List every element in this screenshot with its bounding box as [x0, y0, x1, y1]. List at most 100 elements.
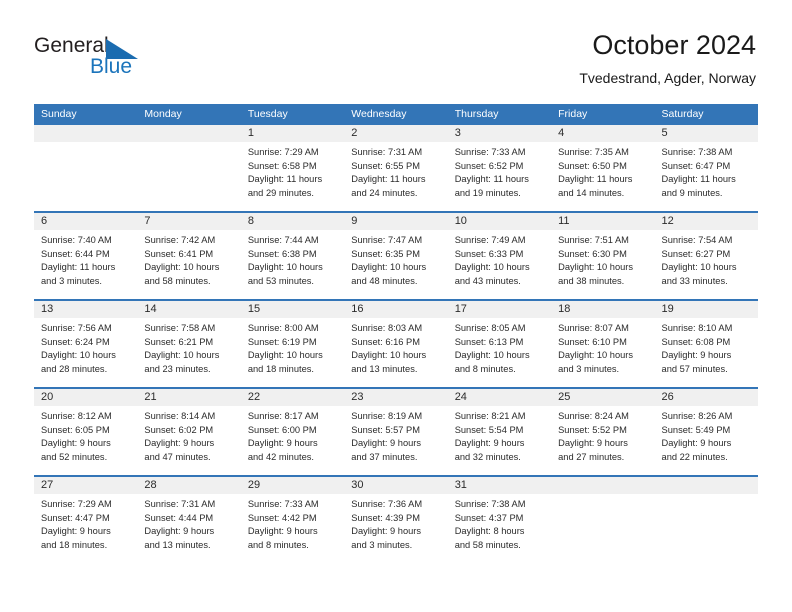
- weekday-header-monday: Monday: [144, 108, 182, 120]
- day-number[interactable]: 16: [344, 301, 447, 318]
- page-subtitle: Tvedestrand, Agder, Norway: [579, 70, 756, 86]
- day-cell[interactable]: Sunrise: 7:44 AM Sunset: 6:38 PM Daylight:…: [241, 230, 344, 299]
- day-cell[interactable]: Sunrise: 7:47 AM Sunset: 6:35 PM Daylight:…: [344, 230, 447, 299]
- page-title: October 2024: [592, 30, 756, 60]
- day-cell[interactable]: Sunrise: 7:33 AM Sunset: 4:42 PM Daylight:…: [241, 494, 344, 563]
- day-number-band: 20 21 22 23 24 25 26: [34, 389, 758, 406]
- day-cell[interactable]: Sunrise: 8:21 AM Sunset: 5:54 PM Daylight:…: [448, 406, 551, 475]
- day-number[interactable]: 15: [241, 301, 344, 318]
- day-number[interactable]: 22: [241, 389, 344, 406]
- day-cell[interactable]: Sunrise: 7:40 AM Sunset: 6:44 PM Daylight:…: [34, 230, 137, 299]
- day-cell[interactable]: Sunrise: 7:31 AM Sunset: 6:55 PM Daylight:…: [344, 142, 447, 211]
- daylight-text-line2: and 13 minutes.: [351, 363, 418, 374]
- day-detail-band: Sunrise: 7:29 AM Sunset: 4:47 PM Daylight:…: [34, 494, 758, 563]
- day-number[interactable]: 29: [241, 477, 344, 494]
- sunrise-text: Sunrise: 8:24 AM: [558, 411, 629, 421]
- day-number[interactable]: 12: [655, 213, 758, 230]
- sunset-text: Sunset: 4:44 PM: [144, 512, 214, 523]
- daylight-text-line1: Daylight: 8 hours: [454, 526, 525, 536]
- day-cell[interactable]: Sunrise: 7:36 AM Sunset: 4:39 PM Daylight:…: [344, 494, 447, 563]
- daylight-text-line1: Daylight: 10 hours: [144, 262, 220, 272]
- calendar-week-row: 27 28 29 30 31 Sunrise: 7:29 AM Sunset: 4:47 P…: [34, 475, 758, 563]
- daylight-text-line2: and 37 minutes.: [351, 451, 418, 462]
- day-number[interactable]: 31: [448, 477, 551, 494]
- daylight-text-line1: Daylight: 11 hours: [41, 262, 116, 272]
- day-cell[interactable]: Sunrise: 7:29 AM Sunset: 6:58 PM Daylight:…: [241, 142, 344, 211]
- day-number[interactable]: 6: [34, 213, 137, 230]
- day-number[interactable]: 14: [137, 301, 240, 318]
- day-number[interactable]: 30: [344, 477, 447, 494]
- sunset-text: Sunset: 6:35 PM: [351, 248, 420, 259]
- daylight-text-line1: Daylight: 9 hours: [661, 350, 732, 360]
- day-number[interactable]: 27: [34, 477, 137, 494]
- sunrise-text: Sunrise: 7:47 AM: [351, 235, 423, 245]
- day-number-band: 6 7 8 9 10 11 12: [34, 213, 758, 230]
- day-cell[interactable]: Sunrise: 7:38 AM Sunset: 4:37 PM Daylight:…: [448, 494, 551, 563]
- daylight-text-line2: and 29 minutes.: [247, 187, 314, 198]
- day-number[interactable]: 21: [137, 389, 240, 406]
- sunrise-text: Sunrise: 7:29 AM: [41, 499, 112, 509]
- day-number-empty: [34, 125, 137, 142]
- sunrise-text: Sunrise: 7:54 AM: [661, 235, 733, 245]
- day-number[interactable]: 2: [344, 125, 447, 142]
- day-number[interactable]: 13: [34, 301, 137, 318]
- daylight-text-line2: and 22 minutes.: [661, 451, 728, 462]
- day-cell[interactable]: Sunrise: 8:14 AM Sunset: 6:02 PM Daylight:…: [137, 406, 240, 475]
- logo-text-blue: Blue: [90, 55, 133, 78]
- day-detail-band: Sunrise: 8:12 AM Sunset: 6:05 PM Daylight:…: [34, 406, 758, 475]
- sunrise-text: Sunrise: 7:58 AM: [144, 323, 216, 333]
- day-cell[interactable]: Sunrise: 7:33 AM Sunset: 6:52 PM Daylight:…: [448, 142, 551, 211]
- sunset-text: Sunset: 6:08 PM: [661, 336, 731, 347]
- day-number[interactable]: 8: [241, 213, 344, 230]
- day-cell[interactable]: Sunrise: 7:58 AM Sunset: 6:21 PM Daylight:…: [137, 318, 240, 387]
- day-cell[interactable]: Sunrise: 8:19 AM Sunset: 5:57 PM Daylight:…: [344, 406, 447, 475]
- day-number[interactable]: 19: [655, 301, 758, 318]
- day-cell[interactable]: Sunrise: 8:00 AM Sunset: 6:19 PM Daylight:…: [241, 318, 344, 387]
- day-cell-empty: [34, 142, 137, 211]
- day-number[interactable]: 24: [448, 389, 551, 406]
- day-number[interactable]: 4: [551, 125, 654, 142]
- day-cell[interactable]: Sunrise: 7:49 AM Sunset: 6:33 PM Daylight:…: [448, 230, 551, 299]
- day-number[interactable]: 18: [551, 301, 654, 318]
- day-cell[interactable]: Sunrise: 7:51 AM Sunset: 6:30 PM Daylight:…: [551, 230, 654, 299]
- day-number[interactable]: 17: [448, 301, 551, 318]
- sunrise-text: Sunrise: 7:31 AM: [144, 499, 216, 509]
- day-cell[interactable]: Sunrise: 7:35 AM Sunset: 6:50 PM Daylight:…: [551, 142, 654, 211]
- day-number[interactable]: 20: [34, 389, 137, 406]
- sunset-text: Sunset: 6:02 PM: [144, 424, 214, 435]
- day-number[interactable]: 23: [344, 389, 447, 406]
- day-cell[interactable]: Sunrise: 7:31 AM Sunset: 4:44 PM Daylight:…: [137, 494, 240, 563]
- day-cell[interactable]: Sunrise: 8:12 AM Sunset: 6:05 PM Daylight:…: [34, 406, 137, 475]
- page-header: General Blue October 2024 Tvedestrand, A…: [0, 0, 792, 100]
- day-cell-empty: [551, 494, 654, 563]
- day-cell[interactable]: Sunrise: 8:24 AM Sunset: 5:52 PM Daylight:…: [551, 406, 654, 475]
- day-detail-band: Sunrise: 7:56 AM Sunset: 6:24 PM Daylight:…: [34, 318, 758, 387]
- day-number[interactable]: 25: [551, 389, 654, 406]
- day-cell[interactable]: Sunrise: 7:38 AM Sunset: 6:47 PM Daylight:…: [655, 142, 758, 211]
- day-cell[interactable]: Sunrise: 8:26 AM Sunset: 5:49 PM Daylight:…: [655, 406, 758, 475]
- sunrise-text: Sunrise: 7:31 AM: [351, 147, 423, 157]
- day-number[interactable]: 9: [344, 213, 447, 230]
- day-number[interactable]: 11: [551, 213, 654, 230]
- day-number[interactable]: 10: [448, 213, 551, 230]
- day-cell[interactable]: Sunrise: 7:29 AM Sunset: 4:47 PM Daylight:…: [34, 494, 137, 563]
- day-cell[interactable]: Sunrise: 7:56 AM Sunset: 6:24 PM Daylight:…: [34, 318, 137, 387]
- daylight-text-line2: and 8 minutes.: [454, 363, 516, 374]
- day-cell[interactable]: Sunrise: 7:42 AM Sunset: 6:41 PM Daylight:…: [137, 230, 240, 299]
- day-number[interactable]: 26: [655, 389, 758, 406]
- day-cell[interactable]: Sunrise: 8:17 AM Sunset: 6:00 PM Daylight:…: [241, 406, 344, 475]
- day-cell[interactable]: Sunrise: 8:05 AM Sunset: 6:13 PM Daylight:…: [448, 318, 551, 387]
- day-number[interactable]: 7: [137, 213, 240, 230]
- day-number[interactable]: 5: [655, 125, 758, 142]
- day-cell[interactable]: Sunrise: 7:54 AM Sunset: 6:27 PM Daylight:…: [655, 230, 758, 299]
- day-cell[interactable]: Sunrise: 8:10 AM Sunset: 6:08 PM Daylight:…: [655, 318, 758, 387]
- sunrise-text: Sunrise: 7:51 AM: [558, 235, 629, 245]
- day-number[interactable]: 28: [137, 477, 240, 494]
- day-cell[interactable]: Sunrise: 8:07 AM Sunset: 6:10 PM Daylight:…: [551, 318, 654, 387]
- sunrise-text: Sunrise: 7:38 AM: [661, 147, 733, 157]
- sunrise-text: Sunrise: 8:00 AM: [247, 323, 319, 333]
- day-number[interactable]: 3: [448, 125, 551, 142]
- daylight-text-line1: Daylight: 10 hours: [454, 262, 530, 272]
- day-cell[interactable]: Sunrise: 8:03 AM Sunset: 6:16 PM Daylight:…: [344, 318, 447, 387]
- day-number[interactable]: 1: [241, 125, 344, 142]
